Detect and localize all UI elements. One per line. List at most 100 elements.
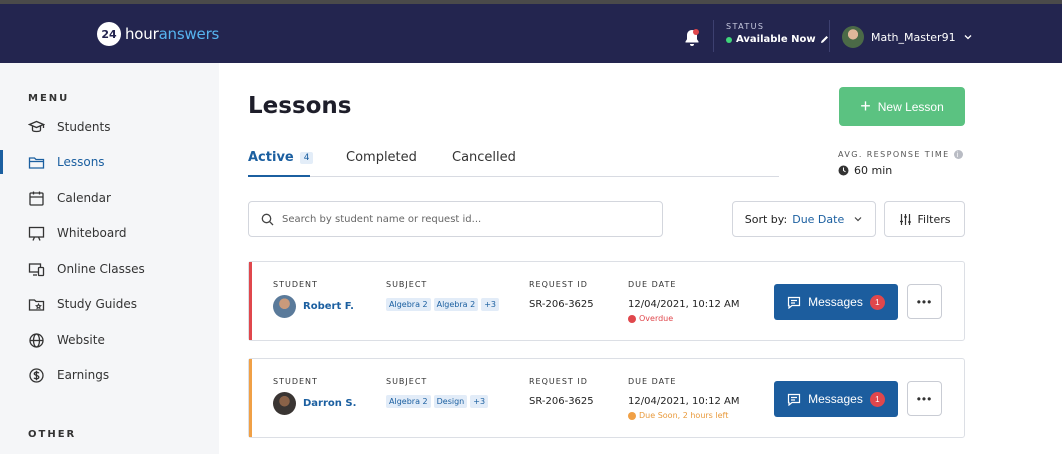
due-date: 12/04/2021, 10:12 AM: [628, 299, 740, 310]
messages-button[interactable]: Messages 1: [774, 381, 898, 417]
chevron-down-icon: [854, 217, 862, 222]
lesson-card: STUDENT SUBJECT REQUEST ID DUE DATE Robe…: [248, 261, 965, 341]
message-icon: [788, 296, 801, 309]
filters-button[interactable]: Filters: [884, 201, 965, 237]
logo-word-answers: answers: [158, 25, 220, 43]
due-status-text: Due Soon, 2 hours left: [639, 411, 729, 420]
avg-response-value: 60 min: [854, 164, 893, 177]
username: Math_Master91: [871, 30, 956, 44]
sidebar-item-study-guides[interactable]: Study Guides: [0, 289, 219, 319]
notification-dot: [693, 29, 699, 35]
more-icon: •••: [916, 294, 933, 309]
info-icon[interactable]: i: [953, 150, 963, 159]
subject-tags: Algebra 2 Design +3: [386, 395, 489, 408]
sort-value: Due Date: [792, 212, 845, 226]
due-status: Overdue: [628, 314, 673, 323]
graduation-cap-icon: [28, 120, 45, 132]
whiteboard-icon: [28, 226, 45, 241]
sidebar-item-label: Website: [57, 333, 105, 347]
status-dot: [726, 36, 732, 43]
new-lesson-label: New Lesson: [877, 99, 944, 114]
search-icon: [261, 213, 274, 225]
sidebar-item-label: Online Classes: [57, 262, 145, 276]
logo-badge: 24: [97, 22, 121, 46]
status-label: STATUS: [726, 22, 765, 31]
student-name: Darron S.: [303, 398, 357, 409]
more-options-button[interactable]: •••: [907, 381, 942, 416]
tab-completed[interactable]: Completed: [346, 150, 417, 165]
logo[interactable]: 24 houranswers: [97, 22, 219, 46]
search-input[interactable]: [282, 213, 642, 225]
column-label-subject: SUBJECT: [386, 377, 428, 386]
column-label-due-date: DUE DATE: [628, 280, 677, 289]
messages-button[interactable]: Messages 1: [774, 284, 898, 320]
subject-tag: Design: [433, 395, 468, 408]
sidebar-item-label: Study Guides: [57, 297, 137, 311]
sidebar-item-students[interactable]: Students: [0, 112, 219, 142]
column-label-due-date: DUE DATE: [628, 377, 677, 386]
chevron-down-icon[interactable]: [963, 32, 973, 42]
page-title: Lessons: [248, 93, 352, 119]
sidebar-item-label: Earnings: [57, 368, 110, 382]
request-id: SR-206-3625: [529, 299, 594, 310]
pencil-icon[interactable]: [820, 35, 829, 44]
column-label-request-id: REQUEST ID: [529, 377, 588, 386]
sidebar-item-whiteboard[interactable]: Whiteboard: [0, 218, 219, 248]
clock-icon: [628, 411, 636, 420]
search-box: [248, 201, 663, 237]
logo-text: houranswers: [125, 25, 219, 43]
message-icon: [788, 393, 801, 406]
avg-response-label-row: AVG. RESPONSE TIME i: [838, 150, 963, 159]
column-label-student: STUDENT: [273, 377, 318, 386]
student-link[interactable]: Robert F.: [273, 295, 354, 318]
due-status: Due Soon, 2 hours left: [628, 411, 728, 420]
sidebar: MENU Students Lessons Calendar Whiteboar…: [0, 63, 219, 454]
globe-icon: [29, 332, 44, 348]
folder-icon: [28, 156, 45, 169]
student-name: Robert F.: [303, 301, 354, 312]
subject-tag: Algebra 2: [386, 395, 431, 408]
tab-cancelled[interactable]: Cancelled: [452, 150, 516, 165]
status-value-row: Available Now: [726, 34, 829, 45]
subject-tags: Algebra 2 Algebra 2 +3: [386, 298, 500, 311]
sidebar-item-online-classes[interactable]: Online Classes: [0, 254, 219, 284]
more-tags-badge[interactable]: +3: [481, 298, 500, 311]
tab-label: Cancelled: [452, 150, 516, 165]
column-label-student: STUDENT: [273, 280, 318, 289]
new-lesson-button[interactable]: + New Lesson: [839, 87, 965, 126]
more-icon: •••: [916, 391, 933, 406]
lesson-tabs: Active 4 Completed Cancelled: [248, 145, 779, 177]
due-soon-accent-bar: [249, 359, 252, 437]
subject-tag: Algebra 2: [386, 298, 431, 311]
due-status-text: Overdue: [639, 314, 674, 323]
message-count-badge: 1: [869, 391, 885, 407]
sidebar-item-lessons[interactable]: Lessons: [0, 147, 219, 177]
avg-response-value-row: 60 min: [838, 164, 963, 177]
student-link[interactable]: Darron S.: [273, 392, 356, 415]
message-count-badge: 1: [869, 294, 885, 310]
more-tags-badge[interactable]: +3: [470, 395, 489, 408]
avg-response-time: AVG. RESPONSE TIME i 60 min: [838, 150, 963, 177]
avg-response-label: AVG. RESPONSE TIME: [838, 150, 950, 159]
menu-section-label: MENU: [28, 93, 70, 104]
top-bar: 24 houranswers STATUS Available Now Math…: [0, 0, 1062, 63]
sidebar-item-label: Lessons: [57, 155, 105, 169]
tab-active[interactable]: Active 4: [248, 150, 314, 165]
avatar: [273, 392, 296, 415]
folder-star-icon: [28, 298, 45, 311]
sort-dropdown[interactable]: Sort by: Due Date: [732, 201, 876, 237]
sidebar-item-label: Students: [57, 120, 111, 134]
devices-icon: [28, 262, 45, 276]
user-menu[interactable]: Math_Master91: [842, 26, 973, 48]
avatar: [842, 26, 864, 48]
tab-count-badge: 4: [299, 151, 314, 164]
more-options-button[interactable]: •••: [907, 284, 942, 319]
sidebar-item-calendar[interactable]: Calendar: [0, 183, 219, 213]
messages-label: Messages: [808, 392, 863, 406]
sidebar-item-earnings[interactable]: Earnings: [0, 360, 219, 390]
status-selector[interactable]: STATUS Available Now: [726, 22, 829, 45]
status-value: Available Now: [736, 34, 816, 45]
sidebar-item-website[interactable]: Website: [0, 325, 219, 355]
calendar-icon: [29, 191, 44, 206]
active-tab-indicator: [248, 175, 310, 177]
